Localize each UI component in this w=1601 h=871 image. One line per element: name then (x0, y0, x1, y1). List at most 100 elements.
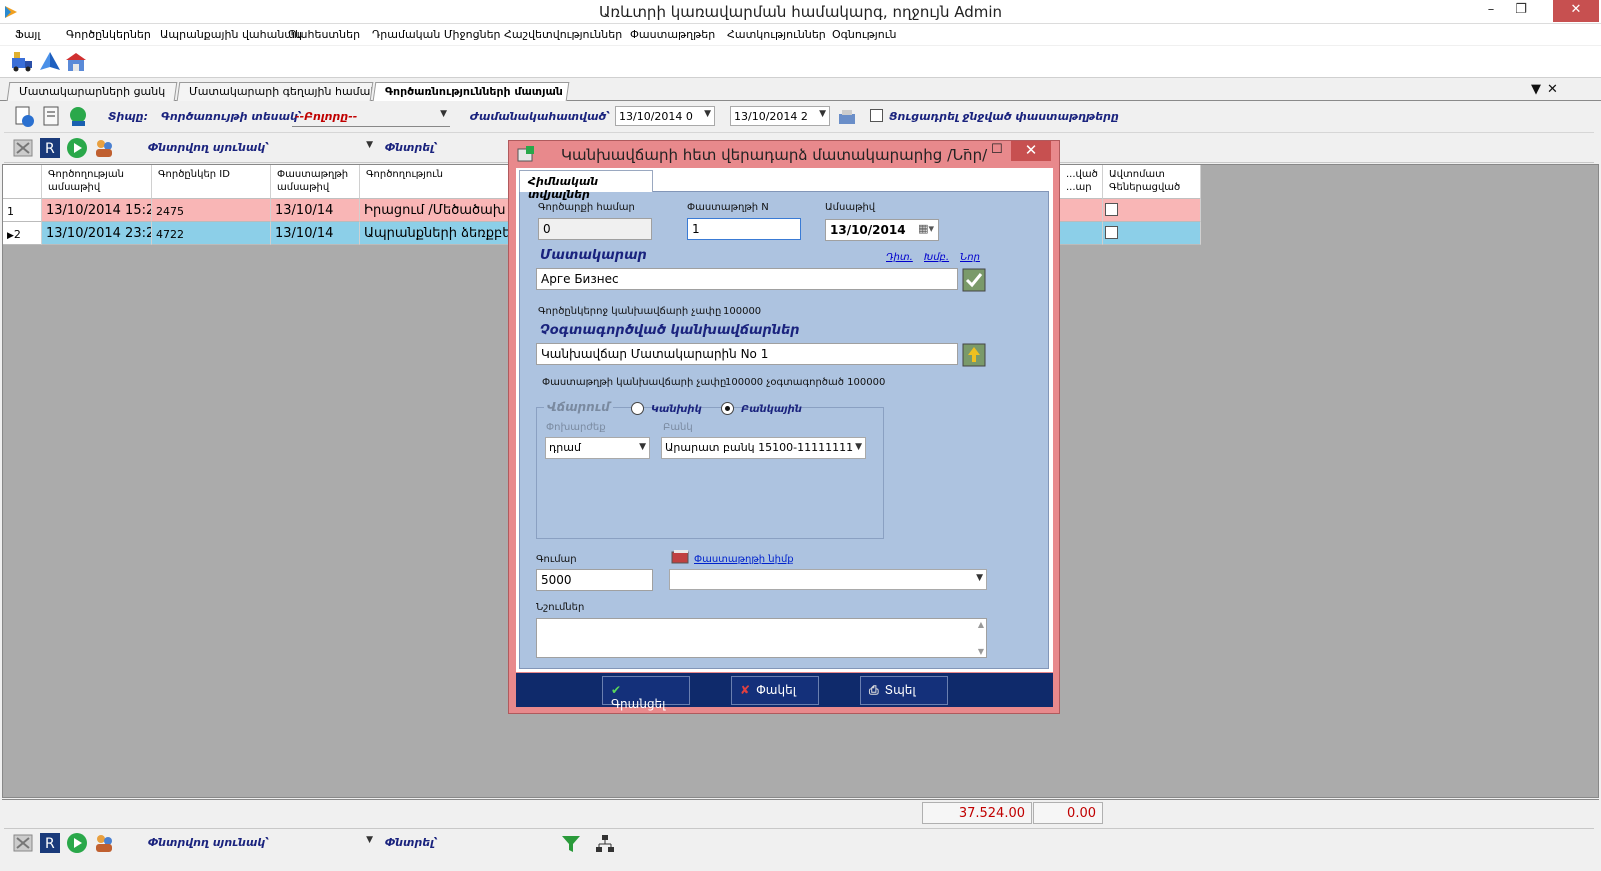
refresh-icon[interactable]: R (39, 137, 61, 159)
menu-help[interactable]: Օգնություն (832, 28, 896, 41)
x-icon: ✘ (740, 683, 751, 697)
menu-reports[interactable]: Հաշվետվություններ (504, 28, 622, 41)
tabs-dropdown-icon[interactable]: ▼ (1531, 82, 1541, 97)
row-partner-id: 2475 (152, 199, 271, 222)
summary-total-2: 0.00 (1033, 802, 1103, 824)
hierarchy-icon[interactable] (594, 833, 616, 855)
book-icon[interactable] (670, 549, 690, 565)
supplier-view-link[interactable]: Դիտ. (886, 252, 913, 263)
menu-goods[interactable]: Ապրանքային վահանակ (160, 28, 302, 41)
auto-generated-checkbox[interactable] (1105, 203, 1118, 216)
unused-advance-field[interactable]: Կանխավճար Մատակարարին No 1 (536, 343, 958, 365)
maximize-button[interactable]: ❐ (1506, 0, 1536, 22)
bank-field-label: Բանկ (663, 422, 693, 433)
green-doc-icon[interactable] (66, 105, 90, 129)
amount-field[interactable]: 5000 (536, 569, 653, 591)
note-label: Նշումներ (536, 602, 585, 613)
print-button[interactable]: ⎙ Տպել (860, 676, 948, 705)
delete-icon[interactable] (12, 832, 34, 854)
notes-icon[interactable] (40, 105, 64, 129)
select-advance-icon[interactable] (962, 343, 986, 367)
show-deleted-checkbox[interactable] (870, 109, 883, 122)
date-from-picker[interactable]: 13/10/2014 0 ▼ (615, 106, 715, 126)
calendar-icon[interactable]: ▦▾ (918, 222, 934, 235)
dialog-close-button[interactable]: ✕ (1011, 141, 1051, 161)
close-button[interactable]: ✘ Փակել (731, 676, 819, 705)
payment-label: Վճարում (544, 400, 613, 414)
note-textarea[interactable]: ▲ ▼ (536, 618, 987, 658)
close-window-button[interactable]: ✕ (1553, 0, 1599, 22)
tab-supplier-account[interactable]: Մատակարարի գեղային համակ... (176, 82, 374, 101)
cash-radio[interactable] (631, 402, 644, 415)
supplier-label: Մատակարար (540, 248, 647, 263)
search-column-select[interactable]: ▼ (260, 833, 376, 853)
refresh-icon[interactable]: R (39, 832, 61, 854)
header-doc-date[interactable]: Փաստաթղթի ամսաթիվ (271, 165, 360, 199)
bank-select[interactable]: Արարատ բանկ 15100-11111111 ▼ (661, 437, 866, 459)
truck-icon[interactable] (10, 50, 34, 74)
menu-cash[interactable]: Դրամական Միջոցներ (372, 28, 501, 41)
users-icon[interactable] (93, 137, 115, 159)
search-label: Փնտրել՝ (385, 836, 438, 849)
date-to-picker[interactable]: 13/10/2014 2 ▼ (730, 106, 830, 126)
row-datetime: 13/10/2014 23:25 (42, 222, 152, 245)
dialog-maximize-button[interactable]: ☐ (991, 142, 1003, 157)
pyramid-icon[interactable] (38, 50, 62, 74)
scroll-up-icon[interactable]: ▲ (978, 620, 984, 629)
tabs-close-icon[interactable]: ✕ (1547, 82, 1558, 97)
search-column-label: Փնտրվող սյունակ՝ (148, 141, 270, 154)
doc-n-field[interactable]: 1 (687, 218, 801, 240)
operation-type-select[interactable]: --Բոլորը-- ▼ (292, 107, 450, 127)
currency-select[interactable]: դրամ ▼ (545, 437, 650, 459)
period-label: Ժամանակահատված՝ (470, 110, 611, 123)
menu-file[interactable]: Ֆայլ (15, 28, 40, 41)
select-supplier-icon[interactable] (962, 268, 986, 292)
summary-total-1: 37.524.00 (922, 802, 1032, 824)
menu-partners[interactable]: Գործընկերներ (66, 28, 151, 41)
dialog-minimize-button[interactable]: – (963, 142, 970, 157)
doc-no-label: Գործարքի համար (538, 202, 635, 213)
supplier-edit-link[interactable]: Խմբ. (924, 252, 949, 263)
supplier-new-link[interactable]: Նոր (960, 252, 980, 263)
doc-no-field[interactable]: 0 (538, 218, 652, 240)
header-op-date[interactable]: Գործողության ամսաթիվ (42, 165, 152, 199)
partner-advance-label: Գործընկերոջ կանխավճարի չափը (538, 306, 722, 317)
filter-apply-icon[interactable] (836, 106, 860, 130)
summary-bar: 37.524.00 0.00 (2, 799, 1599, 825)
menu-documents[interactable]: Փաստաթղթեր (630, 28, 715, 41)
register-button[interactable]: ✔Գրանցել (602, 676, 690, 711)
menu-warehouses[interactable]: Պահեստներ (288, 28, 360, 41)
tab-suppliers-list[interactable]: Մատակարարների ցանկ (6, 82, 178, 101)
menu-properties[interactable]: Հատկություններ (727, 28, 826, 41)
dialog-title: Կանխավճարի հետ վերադարձ մատակարարից /Նոր… (561, 146, 988, 164)
tab-main-data[interactable]: Հիմնական տվյալներ (519, 170, 653, 201)
users-icon[interactable] (93, 832, 115, 854)
header-rownum (3, 165, 42, 199)
bank-label: Բանկային (741, 404, 802, 415)
delete-icon[interactable] (12, 137, 34, 159)
bank-radio[interactable] (721, 402, 734, 415)
header-col-right1[interactable]: ...ված ...ար (1060, 165, 1103, 199)
search-column-select[interactable]: ▼ (260, 138, 376, 158)
refresh-doc-icon[interactable] (12, 105, 36, 129)
auto-generated-checkbox[interactable] (1105, 226, 1118, 239)
minimize-button[interactable]: – (1476, 0, 1506, 22)
doc-basis-link[interactable]: Փաստաթղթի նիմք (694, 554, 794, 565)
play-icon[interactable] (66, 137, 88, 159)
date-field[interactable]: 13/10/2014 ▦▾ (825, 219, 939, 241)
tab-operations-journal[interactable]: Գործառնությունների մատյան (372, 82, 570, 101)
warehouse-icon[interactable] (64, 50, 88, 74)
document-tabs: Մատակարարների ցանկ Մատակարարի գեղային հա… (0, 79, 1601, 101)
doc-basis-select[interactable]: ▼ (669, 569, 987, 590)
svg-text:R: R (45, 836, 55, 852)
funnel-icon[interactable] (560, 833, 582, 855)
play-icon[interactable] (66, 832, 88, 854)
amount-label: Գումար (536, 554, 577, 565)
row-doc-date: 13/10/14 (271, 199, 360, 222)
header-auto-generated[interactable]: Ավտոմատ Գեներացված (1103, 165, 1201, 199)
row-number: 1 (3, 199, 42, 222)
header-partner-id[interactable]: Գործընկեր ID (152, 165, 271, 199)
supplier-field[interactable]: Арге Бизнес (536, 268, 958, 290)
title-bar: Առևտրի կառավարման համակարգ, ողջույն Admi… (0, 0, 1601, 24)
scroll-down-icon[interactable]: ▼ (978, 647, 984, 656)
